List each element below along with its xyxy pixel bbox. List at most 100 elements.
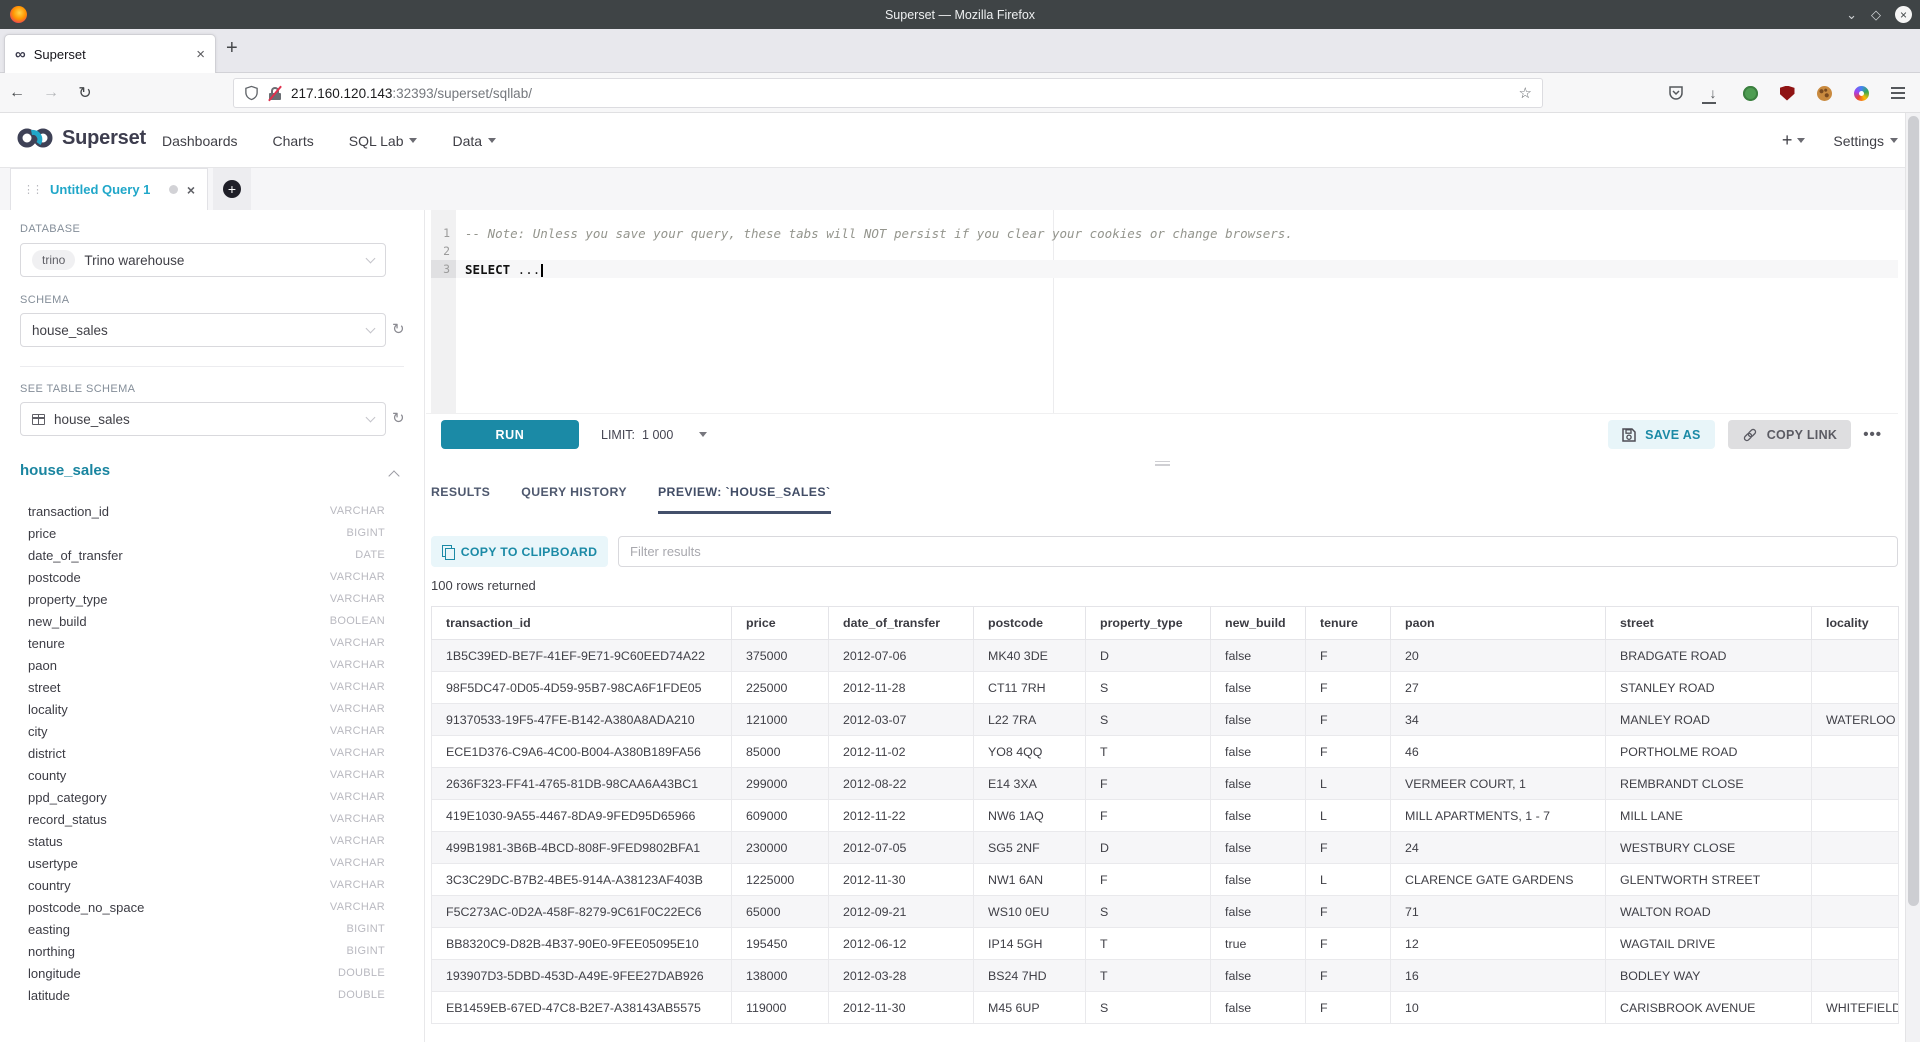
cell-new-build: false	[1211, 832, 1306, 864]
cell-tenure: F	[1306, 896, 1391, 928]
reload-icon[interactable]: ↻	[68, 83, 102, 103]
nav-data[interactable]: Data	[452, 133, 496, 149]
column-header[interactable]: transaction_id	[432, 607, 732, 640]
schema-label: SCHEMA	[20, 294, 69, 306]
column-header[interactable]: locality	[1812, 607, 1899, 640]
query-tab-close-icon[interactable]: ×	[187, 182, 195, 198]
cell-date-of-transfer: 2012-08-22	[829, 768, 974, 800]
table-select[interactable]: house_sales	[20, 402, 386, 436]
url-path: :32393/superset/sqllab/	[392, 86, 532, 101]
table-row: 193907D3-5DBD-453D-A49E-9FEE27DAB926 138…	[432, 960, 1899, 992]
scrollbar-thumb[interactable]	[1908, 116, 1919, 906]
more-options-button[interactable]: •••	[1863, 426, 1882, 443]
pocket-icon[interactable]	[1668, 85, 1684, 101]
refresh-schema-icon[interactable]: ↻	[392, 322, 405, 337]
ublock-icon[interactable]	[1779, 85, 1795, 101]
column-header[interactable]: paon	[1391, 607, 1606, 640]
column-header[interactable]: date_of_transfer	[829, 607, 974, 640]
schema-column-row: county VARCHAR	[20, 764, 405, 786]
new-item-button[interactable]: +	[1782, 130, 1806, 151]
collapse-chevron-up-icon[interactable]	[388, 470, 399, 481]
column-header[interactable]: street	[1606, 607, 1812, 640]
shield-icon[interactable]	[244, 85, 259, 101]
cell-tenure: F	[1306, 960, 1391, 992]
window-close-icon[interactable]: ×	[1895, 6, 1912, 23]
downloads-icon[interactable]: ↓	[1705, 85, 1721, 101]
filter-results-input[interactable]	[618, 536, 1898, 567]
cell-price: 225000	[732, 672, 829, 704]
column-name: country	[28, 878, 330, 893]
database-select[interactable]: trino Trino warehouse	[20, 243, 386, 277]
url-field[interactable]: 217.160.120.143:32393/superset/sqllab/ ☆	[233, 78, 1543, 108]
insecure-lock-icon[interactable]	[268, 86, 282, 101]
extension-icon[interactable]	[1742, 85, 1758, 101]
tab-query-history[interactable]: QUERY HISTORY	[521, 485, 627, 514]
cell-transaction-id: 193907D3-5DBD-453D-A49E-9FEE27DAB926	[432, 960, 732, 992]
cookie-icon[interactable]	[1816, 85, 1832, 101]
cell-street: BODLEY WAY	[1606, 960, 1812, 992]
table-schema-label: SEE TABLE SCHEMA	[20, 383, 135, 395]
add-query-tab[interactable]: +	[213, 168, 251, 210]
limit-dropdown[interactable]: LIMIT: 1 000	[601, 428, 707, 442]
drag-grip-icon[interactable]: ⋮⋮	[23, 183, 41, 196]
table-value: house_sales	[54, 412, 130, 427]
column-header[interactable]: postcode	[974, 607, 1086, 640]
tab-close-icon[interactable]: ×	[196, 46, 205, 63]
settings-menu[interactable]: Settings	[1833, 133, 1898, 149]
schema-column-row: paon VARCHAR	[20, 654, 405, 676]
chevron-down-icon	[409, 138, 417, 143]
save-as-button[interactable]: SAVE AS	[1608, 420, 1715, 449]
cell-new-build: false	[1211, 992, 1306, 1024]
window-title: Superset — Mozilla Firefox	[0, 8, 1920, 22]
schema-value: house_sales	[32, 323, 108, 338]
cell-property-type: T	[1086, 928, 1211, 960]
schema-select[interactable]: house_sales	[20, 313, 386, 347]
column-header[interactable]: new_build	[1211, 607, 1306, 640]
nav-charts[interactable]: Charts	[273, 133, 314, 149]
column-header[interactable]: price	[732, 607, 829, 640]
cell-new-build: false	[1211, 704, 1306, 736]
plus-circle-icon[interactable]: +	[223, 180, 241, 198]
url-text[interactable]: 217.160.120.143:32393/superset/sqllab/	[291, 86, 1510, 101]
cell-new-build: false	[1211, 672, 1306, 704]
cell-price: 85000	[732, 736, 829, 768]
back-icon[interactable]: ←	[0, 84, 34, 102]
sql-editor[interactable]: 1 -- Note: Unless you save your query, t…	[426, 210, 1898, 413]
column-header[interactable]: property_type	[1086, 607, 1211, 640]
page-scrollbar[interactable]	[1905, 113, 1920, 1042]
window-minimize-icon[interactable]: ⌄	[1846, 8, 1857, 21]
cell-date-of-transfer: 2012-09-21	[829, 896, 974, 928]
copy-to-clipboard-button[interactable]: COPY TO CLIPBOARD	[431, 536, 608, 567]
window-maximize-icon[interactable]: ◇	[1871, 8, 1881, 21]
chevron-down-icon	[366, 323, 376, 333]
nav-dashboards[interactable]: Dashboards	[162, 133, 238, 149]
cell-tenure: L	[1306, 768, 1391, 800]
cell-transaction-id: 3C3C29DC-B7B2-4BE5-914A-A38123AF403B	[432, 864, 732, 896]
table-row: F5C273AC-0D2A-458F-8279-9C61F0C22EC6 650…	[432, 896, 1899, 928]
containers-icon[interactable]	[1853, 85, 1869, 101]
row-count: 100 rows returned	[431, 578, 536, 593]
copy-link-button[interactable]: COPY LINK	[1728, 420, 1852, 449]
tab-results[interactable]: RESULTS	[431, 485, 490, 514]
divider	[20, 366, 404, 367]
cell-postcode: M45 6UP	[974, 992, 1086, 1024]
nav-sql-lab[interactable]: SQL Lab	[349, 133, 418, 149]
cell-date-of-transfer: 2012-07-06	[829, 640, 974, 672]
column-type: VARCHAR	[330, 703, 385, 715]
menu-icon[interactable]	[1890, 85, 1906, 101]
forward-icon[interactable]: →	[34, 84, 68, 102]
panel-resize-handle[interactable]	[426, 455, 1898, 471]
refresh-table-icon[interactable]: ↻	[392, 411, 405, 426]
cell-new-build: false	[1211, 960, 1306, 992]
browser-urlbar: ← → ↻ 217.160.120.143:32393/superset/sql…	[0, 73, 1920, 113]
superset-logo[interactable]: Superset	[16, 125, 146, 151]
chevron-down-icon	[1797, 138, 1805, 143]
query-tab[interactable]: ⋮⋮ Untitled Query 1 ×	[10, 168, 208, 210]
tab-preview-house-sales[interactable]: PREVIEW: `HOUSE_SALES`	[658, 485, 831, 514]
browser-tab[interactable]: ∞ Superset ×	[4, 34, 216, 73]
cell-transaction-id: F5C273AC-0D2A-458F-8279-9C61F0C22EC6	[432, 896, 732, 928]
bookmark-star-icon[interactable]: ☆	[1519, 84, 1532, 102]
column-header[interactable]: tenure	[1306, 607, 1391, 640]
run-button[interactable]: RUN	[441, 420, 579, 449]
new-tab-button[interactable]: +	[226, 37, 238, 60]
